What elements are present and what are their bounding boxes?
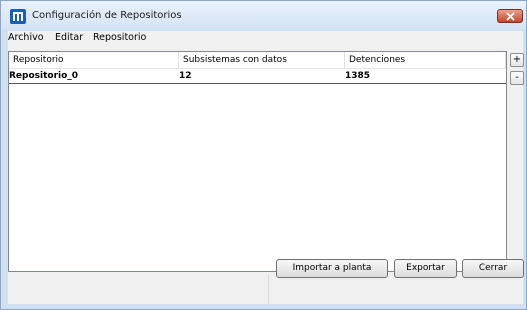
export-button[interactable]: Exportar — [394, 259, 457, 278]
close-window-button[interactable] — [497, 9, 523, 23]
cell-repositorio[interactable]: Repositorio_0 — [9, 69, 177, 83]
cell-subsistemas[interactable]: 12 — [179, 69, 343, 83]
column-header-detenciones[interactable]: Detenciones — [345, 52, 506, 68]
title-bar[interactable]: Configuración de Repositorios — [1, 1, 526, 30]
window-title: Configuración de Repositorios — [32, 10, 182, 21]
menu-repositorio[interactable]: Repositorio — [93, 32, 146, 43]
column-header-repositorio[interactable]: Repositorio — [9, 52, 179, 68]
column-header-subsistemas[interactable]: Subsistemas con datos — [179, 52, 345, 68]
import-to-plant-button[interactable]: Importar a planta — [276, 259, 388, 278]
cell-detenciones[interactable]: 1385 — [345, 69, 504, 83]
close-icon — [506, 12, 515, 21]
status-divider — [268, 275, 269, 304]
configuracion-repositorios-window: Configuración de Repositorios Archivo Ed… — [0, 0, 527, 310]
table-header: Repositorio Subsistemas con datos Detenc… — [9, 52, 506, 69]
client-area: Repositorio Subsistemas con datos Detenc… — [8, 45, 524, 304]
close-button[interactable]: Cerrar — [462, 259, 524, 278]
menu-bar: Archivo Editar Repositorio — [8, 31, 523, 45]
menu-editar[interactable]: Editar — [55, 32, 83, 43]
app-logo-icon — [10, 9, 26, 24]
repositories-table[interactable]: Repositorio Subsistemas con datos Detenc… — [8, 51, 507, 272]
table-row[interactable]: Repositorio_0 12 1385 — [9, 69, 506, 84]
remove-repository-button[interactable]: - — [510, 71, 524, 85]
status-bar — [8, 275, 523, 304]
add-repository-button[interactable]: + — [510, 53, 524, 67]
menu-archivo[interactable]: Archivo — [8, 32, 44, 43]
